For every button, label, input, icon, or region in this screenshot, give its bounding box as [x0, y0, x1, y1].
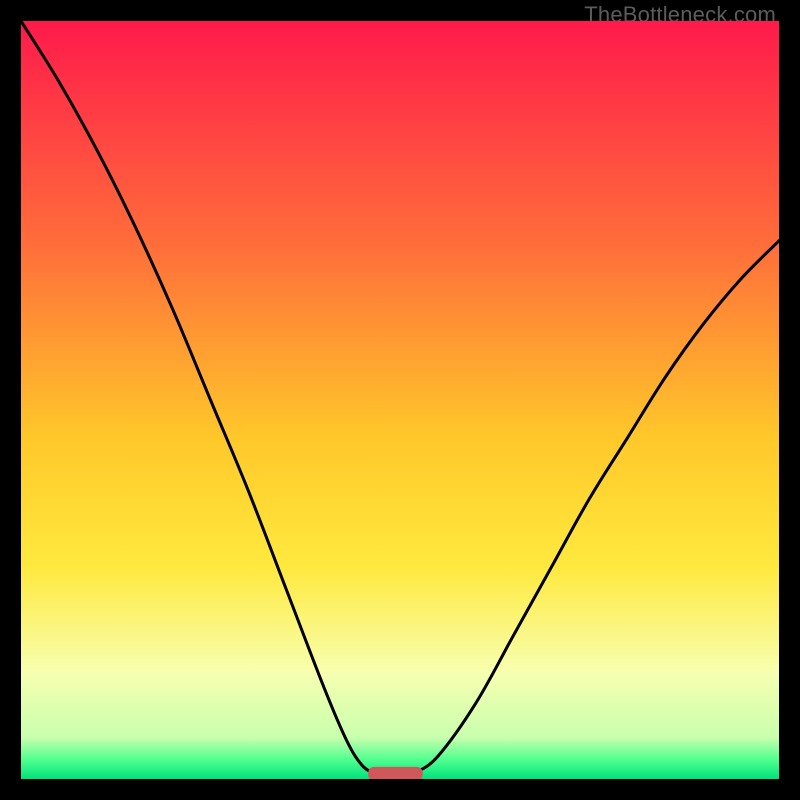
chart-svg: [21, 21, 779, 779]
plot-area: [21, 21, 779, 779]
gradient-background: [21, 21, 779, 779]
optimum-marker: [368, 767, 423, 779]
chart-container: TheBottleneck.com: [0, 0, 800, 800]
